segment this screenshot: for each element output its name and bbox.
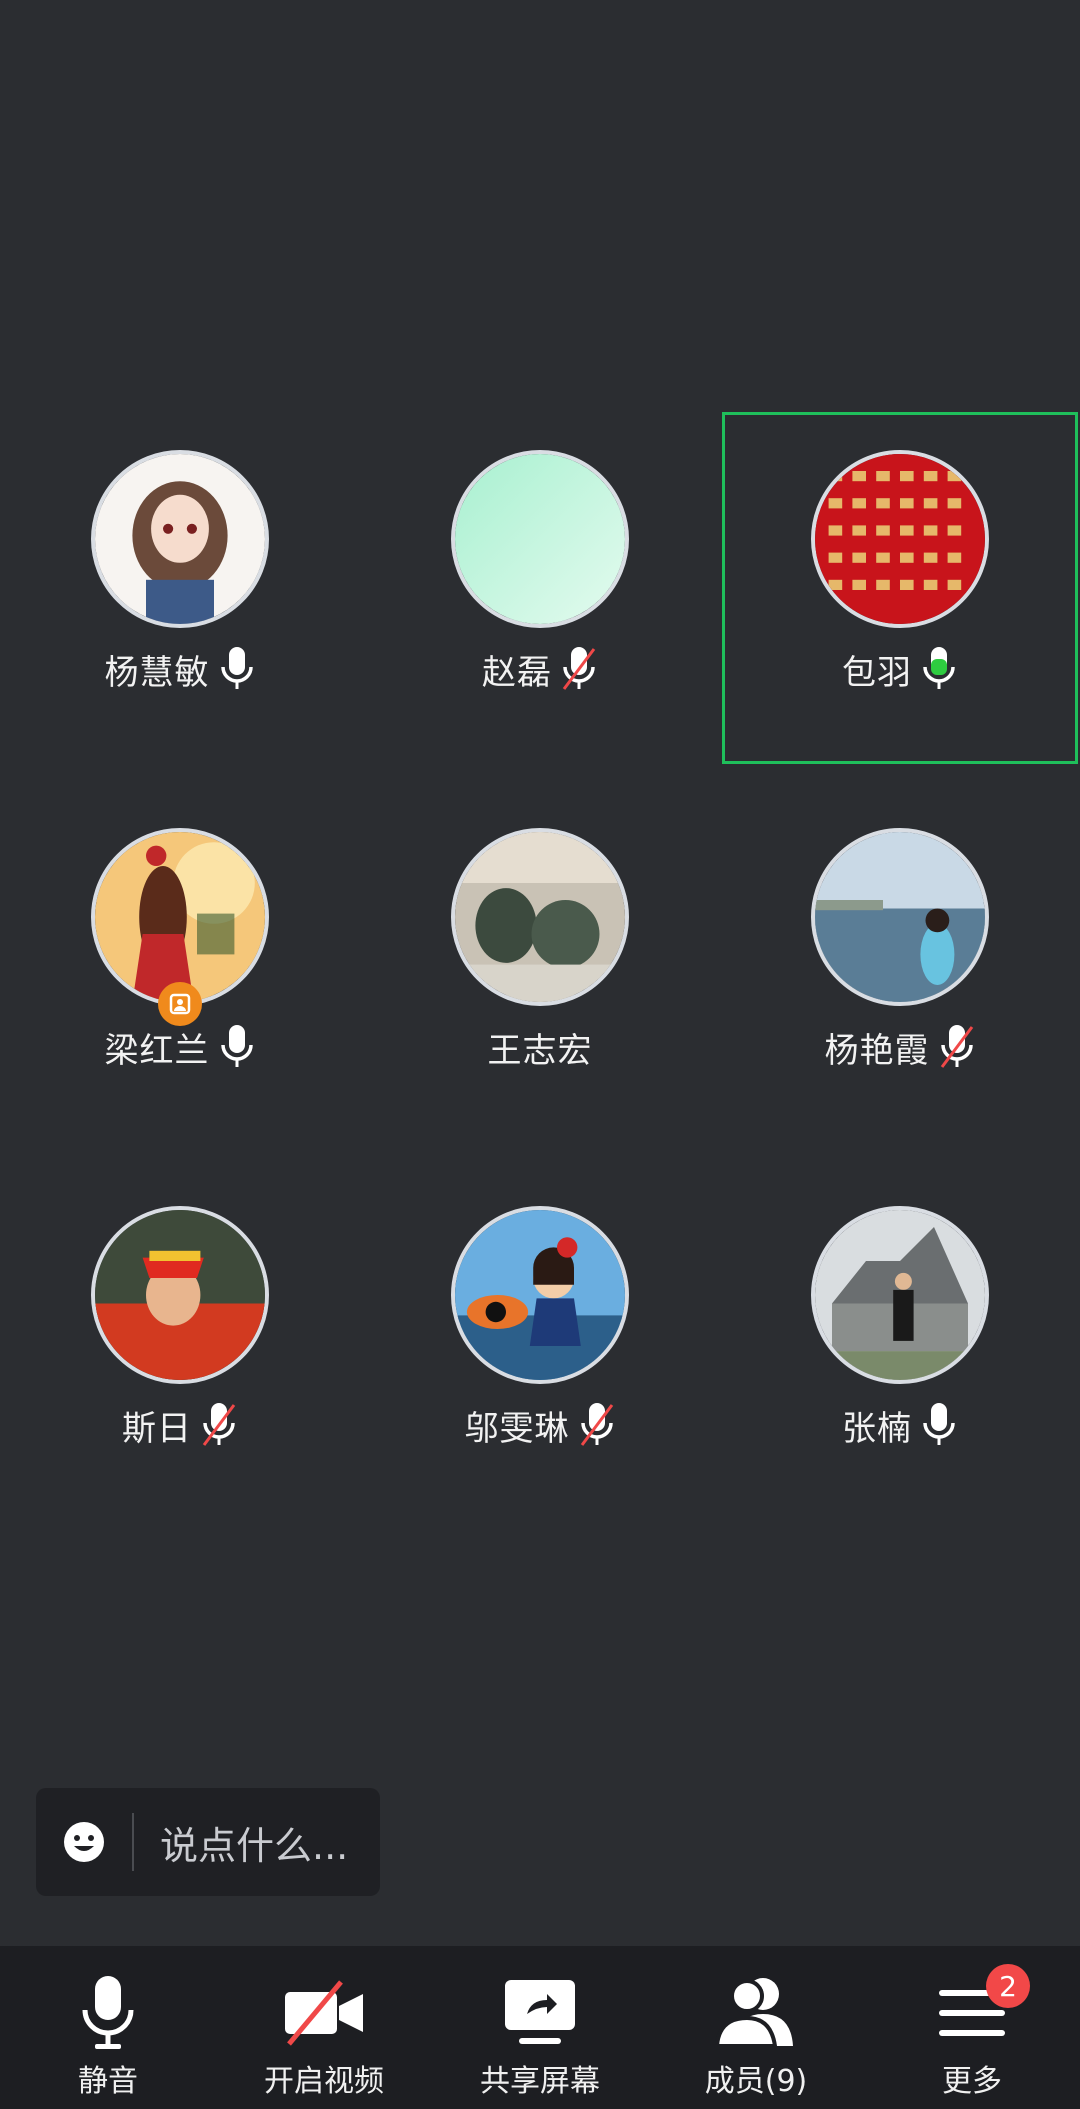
participant-name: 杨艳霞	[824, 1030, 930, 1071]
share-screen-button[interactable]: 共享屏幕	[432, 1946, 648, 2109]
mute-label: 静音	[78, 2064, 138, 2099]
participant-tile[interactable]: 邬雯琳	[360, 1168, 720, 1520]
participant-name: 杨慧敏	[104, 652, 210, 693]
start-video-button[interactable]: 开启视频	[216, 1946, 432, 2109]
more-button[interactable]: 2 更多	[864, 1946, 1080, 2109]
avatar	[811, 1206, 989, 1384]
participant-tile[interactable]: 杨慧敏	[0, 412, 360, 764]
mic-muted-icon	[940, 1025, 973, 1068]
mic-muted-icon	[202, 1403, 236, 1446]
members-icon	[714, 1978, 793, 2048]
avatar	[811, 450, 989, 628]
video-off-icon	[285, 1980, 363, 2046]
mic-icon	[220, 647, 253, 689]
participant-tile[interactable]: 张楠	[720, 1168, 1080, 1520]
participant-name: 斯日	[122, 1408, 192, 1449]
divider	[132, 1813, 134, 1871]
participant-name: 王志宏	[487, 1030, 593, 1071]
mic-icon	[220, 1025, 253, 1067]
avatar	[91, 828, 269, 1006]
members-button[interactable]: 成员(9)	[648, 1946, 864, 2109]
participant-tile[interactable]: 斯日	[0, 1168, 360, 1520]
microphone-icon	[82, 1976, 134, 2049]
avatar	[451, 1206, 629, 1384]
avatar	[811, 828, 989, 1006]
participant-name: 包羽	[842, 652, 912, 693]
participant-name: 梁红兰	[104, 1030, 210, 1071]
members-label: 成员(9)	[704, 2064, 808, 2099]
mic-speaking-icon	[923, 647, 955, 689]
avatar	[451, 828, 629, 1006]
notification-badge: 2	[986, 1964, 1030, 2008]
mic-muted-icon	[562, 647, 596, 690]
chat-input[interactable]: 说点什么...	[36, 1788, 380, 1896]
start-video-label: 开启视频	[264, 2064, 384, 2099]
avatar	[91, 450, 269, 628]
participant-tile[interactable]: 梁红兰	[0, 790, 360, 1142]
emoji-icon[interactable]	[62, 1820, 106, 1864]
avatar	[91, 1206, 269, 1384]
more-label: 更多	[942, 2064, 1002, 2099]
mic-icon	[923, 1403, 955, 1445]
participant-name: 邬雯琳	[464, 1408, 570, 1449]
mute-button[interactable]: 静音	[0, 1946, 216, 2109]
bottom-toolbar: 静音 开启视频 共享屏幕 成员(9) 2 更多	[0, 1946, 1080, 2109]
participant-tile[interactable]: 赵磊	[360, 412, 720, 764]
participant-tile-active-speaker[interactable]: 包羽	[722, 412, 1078, 764]
mic-muted-icon	[580, 1403, 613, 1446]
chat-placeholder: 说点什么...	[160, 1823, 349, 1868]
avatar	[451, 450, 629, 628]
participant-name: 赵磊	[482, 652, 552, 693]
participant-tile[interactable]: 王志宏	[360, 790, 720, 1142]
participant-name: 张楠	[842, 1408, 912, 1449]
share-screen-label: 共享屏幕	[480, 2064, 600, 2099]
participant-tile[interactable]: 杨艳霞	[720, 790, 1080, 1142]
share-screen-icon	[505, 1980, 575, 2044]
